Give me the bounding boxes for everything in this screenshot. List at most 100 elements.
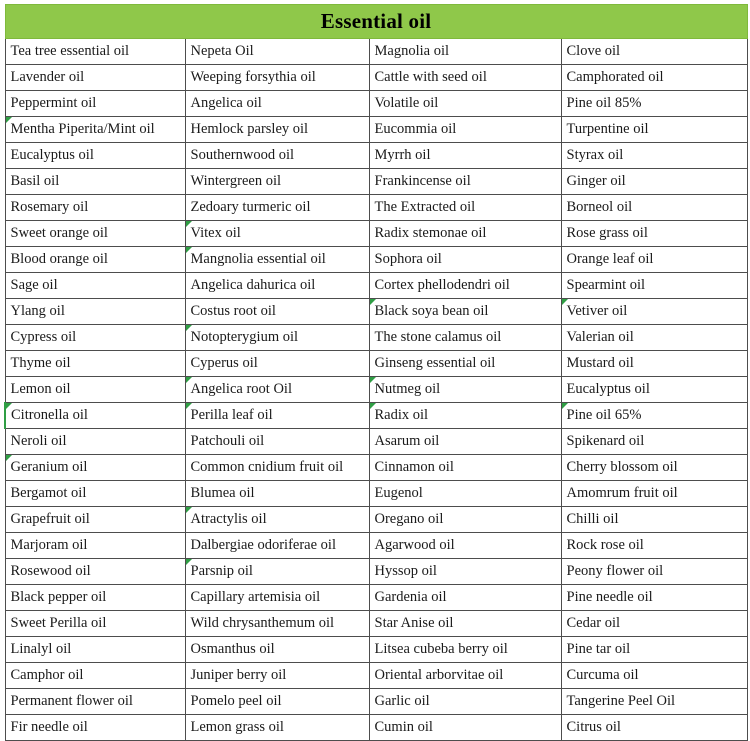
- table-cell[interactable]: Capillary artemisia oil: [184, 584, 370, 611]
- table-cell[interactable]: Fir needle oil: [4, 714, 186, 741]
- table-cell[interactable]: Pine oil 65%: [560, 402, 748, 429]
- table-cell[interactable]: Basil oil: [4, 168, 186, 195]
- table-cell[interactable]: Pine tar oil: [560, 636, 748, 663]
- table-cell[interactable]: Marjoram oil: [4, 532, 186, 559]
- table-cell[interactable]: Spearmint oil: [560, 272, 748, 299]
- table-cell[interactable]: Sage oil: [4, 272, 186, 299]
- table-cell[interactable]: Peppermint oil: [4, 90, 186, 117]
- table-cell[interactable]: Cyperus oil: [184, 350, 370, 377]
- table-cell[interactable]: Litsea cubeba berry oil: [368, 636, 562, 663]
- table-cell[interactable]: Pine oil 85%: [560, 90, 748, 117]
- table-cell[interactable]: Cinnamon oil: [368, 454, 562, 481]
- table-cell[interactable]: Rosemary oil: [4, 194, 186, 221]
- table-cell[interactable]: Mangnolia essential oil: [184, 246, 370, 273]
- table-cell[interactable]: Neroli oil: [4, 428, 186, 455]
- table-cell[interactable]: Styrax oil: [560, 142, 748, 169]
- table-cell[interactable]: Ginseng essential oil: [368, 350, 562, 377]
- table-cell[interactable]: Oregano oil: [368, 506, 562, 533]
- table-cell[interactable]: Nutmeg oil: [368, 376, 562, 403]
- table-cell[interactable]: Clove oil: [560, 38, 748, 65]
- table-cell[interactable]: Cattle with seed oil: [368, 64, 562, 91]
- table-cell[interactable]: Lavender oil: [4, 64, 186, 91]
- table-cell[interactable]: Notopterygium oil: [184, 324, 370, 351]
- table-cell[interactable]: Wild chrysanthemum oil: [184, 610, 370, 637]
- table-cell[interactable]: Garlic oil: [368, 688, 562, 715]
- table-cell[interactable]: Parsnip oil: [184, 558, 370, 585]
- table-cell[interactable]: Lemon oil: [4, 376, 186, 403]
- table-cell[interactable]: Rose grass oil: [560, 220, 748, 247]
- table-cell[interactable]: Oriental arborvitae oil: [368, 662, 562, 689]
- table-cell[interactable]: Southernwood oil: [184, 142, 370, 169]
- table-cell[interactable]: Wintergreen oil: [184, 168, 370, 195]
- table-cell[interactable]: Dalbergiae odoriferae oil: [184, 532, 370, 559]
- table-cell[interactable]: Camphor oil: [4, 662, 186, 689]
- table-cell[interactable]: Turpentine oil: [560, 116, 748, 143]
- table-cell[interactable]: Rock rose oil: [560, 532, 748, 559]
- table-cell[interactable]: Juniper berry oil: [184, 662, 370, 689]
- table-cell[interactable]: Radix oil: [368, 402, 562, 429]
- table-cell[interactable]: Orange leaf oil: [560, 246, 748, 273]
- table-cell[interactable]: Star Anise oil: [368, 610, 562, 637]
- table-cell[interactable]: Radix stemonae oil: [368, 220, 562, 247]
- table-cell[interactable]: Sophora oil: [368, 246, 562, 273]
- table-cell[interactable]: Valerian oil: [560, 324, 748, 351]
- table-cell[interactable]: Common cnidium fruit oil: [184, 454, 370, 481]
- table-cell[interactable]: The stone calamus oil: [368, 324, 562, 351]
- table-cell[interactable]: Ylang oil: [4, 298, 186, 325]
- table-cell[interactable]: Curcuma oil: [560, 662, 748, 689]
- table-cell[interactable]: Citrus oil: [560, 714, 748, 741]
- table-cell[interactable]: Geranium oil: [4, 454, 186, 481]
- table-cell[interactable]: Angelica dahurica oil: [184, 272, 370, 299]
- table-cell[interactable]: Pine needle oil: [560, 584, 748, 611]
- table-cell[interactable]: Blumea oil: [184, 480, 370, 507]
- table-cell[interactable]: Cedar oil: [560, 610, 748, 637]
- table-cell[interactable]: Magnolia oil: [368, 38, 562, 65]
- table-cell[interactable]: Asarum oil: [368, 428, 562, 455]
- table-cell[interactable]: Zedoary turmeric oil: [184, 194, 370, 221]
- table-cell[interactable]: Cumin oil: [368, 714, 562, 741]
- table-cell[interactable]: Atractylis oil: [184, 506, 370, 533]
- table-cell[interactable]: Linalyl oil: [4, 636, 186, 663]
- table-cell[interactable]: Grapefruit oil: [4, 506, 186, 533]
- table-cell[interactable]: Eugenol: [368, 480, 562, 507]
- table-cell[interactable]: Permanent flower oil: [4, 688, 186, 715]
- table-cell[interactable]: Citronella oil: [4, 402, 186, 429]
- table-cell[interactable]: Pomelo peel oil: [184, 688, 370, 715]
- table-cell[interactable]: Lemon grass oil: [184, 714, 370, 741]
- table-cell[interactable]: Tangerine Peel Oil: [560, 688, 748, 715]
- table-cell[interactable]: The Extracted oil: [368, 194, 562, 221]
- table-cell[interactable]: Sweet orange oil: [4, 220, 186, 247]
- table-cell[interactable]: Vitex oil: [184, 220, 370, 247]
- table-cell[interactable]: Borneol oil: [560, 194, 748, 221]
- table-cell[interactable]: Camphorated oil: [560, 64, 748, 91]
- table-cell[interactable]: Patchouli oil: [184, 428, 370, 455]
- table-cell[interactable]: Cherry blossom oil: [560, 454, 748, 481]
- table-cell[interactable]: Ginger oil: [560, 168, 748, 195]
- table-cell[interactable]: Eucalyptus oil: [4, 142, 186, 169]
- table-cell[interactable]: Perilla leaf oil: [184, 402, 370, 429]
- table-cell[interactable]: Rosewood oil: [4, 558, 186, 585]
- table-cell[interactable]: Sweet Perilla oil: [4, 610, 186, 637]
- table-cell[interactable]: Eucalyptus oil: [560, 376, 748, 403]
- table-cell[interactable]: Black soya bean oil: [368, 298, 562, 325]
- table-cell[interactable]: Blood orange oil: [4, 246, 186, 273]
- table-cell[interactable]: Mustard oil: [560, 350, 748, 377]
- table-cell[interactable]: Tea tree essential oil: [4, 38, 186, 65]
- table-cell[interactable]: Agarwood oil: [368, 532, 562, 559]
- table-cell[interactable]: Spikenard oil: [560, 428, 748, 455]
- table-cell[interactable]: Hemlock parsley oil: [184, 116, 370, 143]
- table-cell[interactable]: Thyme oil: [4, 350, 186, 377]
- table-cell[interactable]: Mentha Piperita/Mint oil: [4, 116, 186, 143]
- table-cell[interactable]: Chilli oil: [560, 506, 748, 533]
- table-cell[interactable]: Nepeta Oil: [184, 38, 370, 65]
- table-cell[interactable]: Hyssop oil: [368, 558, 562, 585]
- table-cell[interactable]: Osmanthus oil: [184, 636, 370, 663]
- table-cell[interactable]: Gardenia oil: [368, 584, 562, 611]
- table-cell[interactable]: Costus root oil: [184, 298, 370, 325]
- table-cell[interactable]: Angelica root Oil: [184, 376, 370, 403]
- table-cell[interactable]: Angelica oil: [184, 90, 370, 117]
- table-cell[interactable]: Myrrh oil: [368, 142, 562, 169]
- table-cell[interactable]: Weeping forsythia oil: [184, 64, 370, 91]
- table-cell[interactable]: Black pepper oil: [4, 584, 186, 611]
- table-cell[interactable]: Peony flower oil: [560, 558, 748, 585]
